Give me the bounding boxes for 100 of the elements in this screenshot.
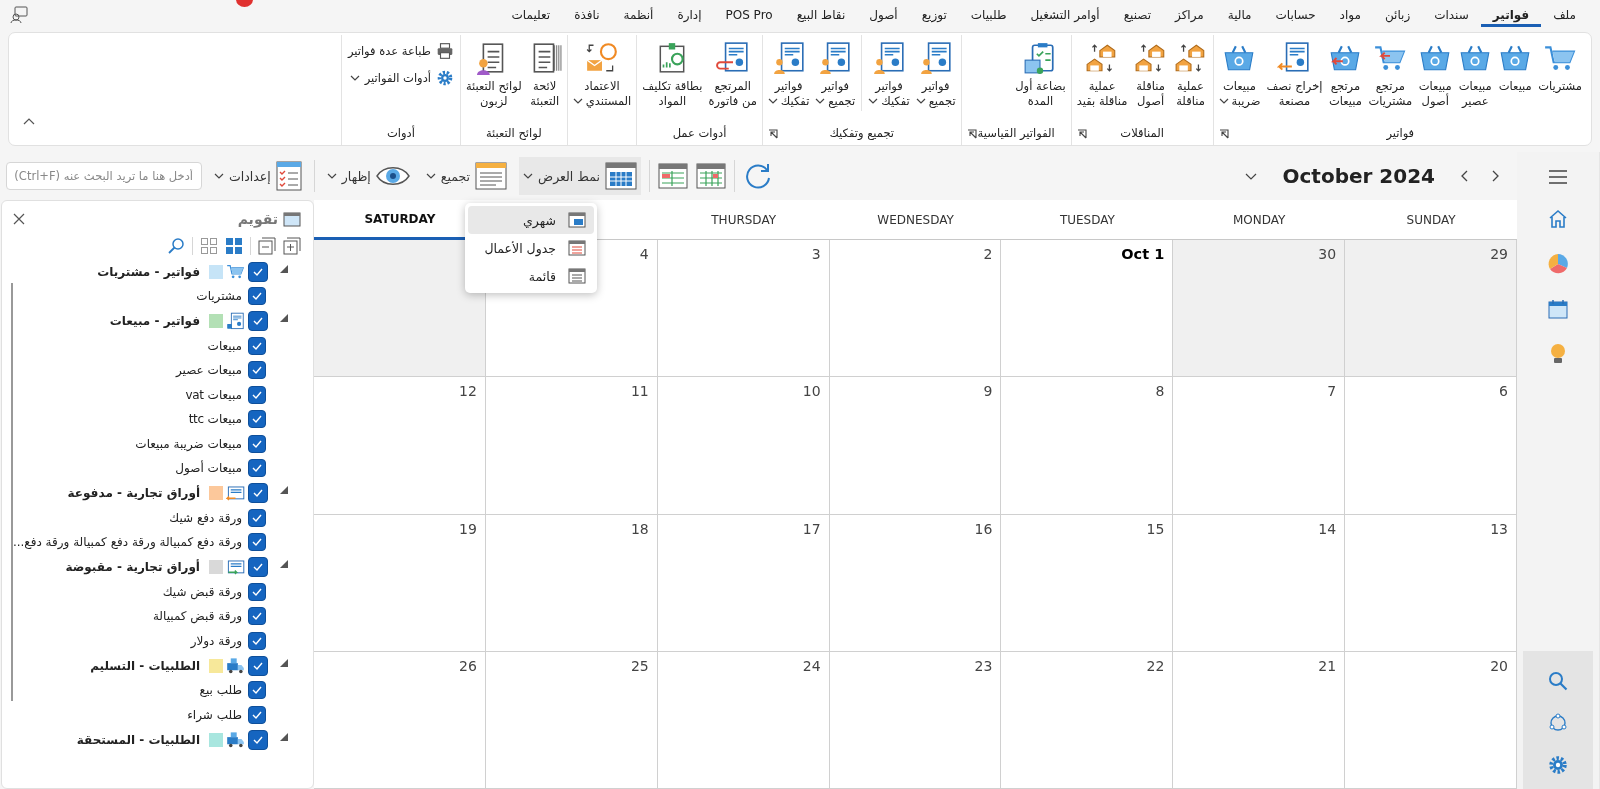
close-icon[interactable] bbox=[12, 212, 26, 226]
menu-item[interactable]: إدارة bbox=[665, 3, 714, 27]
menu-item[interactable]: شهري bbox=[468, 206, 594, 234]
day-cell[interactable]: 25 bbox=[485, 651, 658, 788]
day-cell[interactable]: 16 bbox=[829, 514, 1002, 651]
dialog-launcher-icon[interactable] bbox=[767, 129, 778, 139]
calendar-icon[interactable] bbox=[657, 162, 688, 190]
checkbox[interactable] bbox=[248, 361, 266, 380]
group-label[interactable]: الطلبيات - التسليم bbox=[90, 658, 200, 673]
show-button[interactable]: إظهار bbox=[322, 157, 414, 195]
search-icon[interactable] bbox=[1548, 671, 1568, 691]
calendar-item[interactable]: ورقة دولار bbox=[190, 633, 242, 648]
caret-icon[interactable] bbox=[1244, 171, 1259, 181]
group-label[interactable]: الطلبيات - المستحقة bbox=[76, 732, 200, 747]
menu-item[interactable]: تصنيع bbox=[1111, 3, 1163, 27]
day-cell[interactable]: 10 bbox=[657, 377, 830, 514]
checkbox[interactable] bbox=[248, 434, 266, 453]
day-cell[interactable]: 24 bbox=[657, 651, 830, 788]
calendar-icon[interactable] bbox=[695, 162, 726, 190]
ribbon-button[interactable]: مرتجع مبيعات bbox=[1325, 35, 1366, 111]
expand-icon[interactable] bbox=[279, 731, 289, 742]
weekday-header[interactable]: THURSDAY bbox=[657, 200, 830, 240]
calendar-item[interactable]: مبيعات أصول bbox=[175, 461, 242, 476]
ribbon-button[interactable]: بضاعة أول المدة bbox=[1012, 35, 1069, 111]
lightbulb-icon[interactable] bbox=[1550, 343, 1566, 365]
calendar-item[interactable]: طلب بيع bbox=[199, 683, 242, 698]
calendar-item[interactable]: مبيعات vat bbox=[185, 387, 242, 402]
calendar-icon[interactable] bbox=[1548, 299, 1568, 319]
menu-item[interactable]: توزيع bbox=[909, 3, 959, 27]
menu-item[interactable]: حسابات bbox=[1263, 3, 1328, 27]
ribbon-button[interactable]: لوائح التعبئة لزبون bbox=[462, 35, 525, 111]
day-cell[interactable]: Oct 1 bbox=[1001, 240, 1174, 377]
checkbox[interactable] bbox=[248, 311, 268, 331]
grid-icon[interactable] bbox=[225, 237, 243, 255]
calendar-item[interactable]: ورقة دفع شيك bbox=[169, 510, 242, 525]
checkbox[interactable] bbox=[248, 582, 266, 601]
grid-icon[interactable] bbox=[200, 237, 218, 255]
checkbox[interactable] bbox=[248, 729, 268, 750]
checkbox[interactable] bbox=[248, 459, 266, 478]
checkbox[interactable] bbox=[248, 261, 268, 282]
ribbon-button[interactable]: مبيعات ضريبة bbox=[1215, 35, 1264, 111]
day-cell[interactable]: 20 bbox=[1345, 651, 1517, 788]
settings-button[interactable]: إعدادات bbox=[210, 157, 306, 195]
view-mode-button[interactable]: نمط العرض bbox=[519, 157, 641, 195]
menu-item[interactable]: سندات bbox=[1422, 3, 1481, 27]
ribbon-button[interactable]: فواتير تجميع bbox=[812, 35, 863, 111]
ribbon-button[interactable]: فواتير تفكيك bbox=[865, 35, 913, 111]
collapse-ribbon-icon[interactable] bbox=[23, 117, 35, 125]
day-cell[interactable]: 11 bbox=[485, 377, 658, 514]
checkbox[interactable] bbox=[248, 336, 266, 355]
group-button[interactable]: تجميع bbox=[421, 157, 511, 195]
menu-item[interactable]: تعليمات bbox=[499, 3, 563, 27]
menu-item[interactable]: ملف bbox=[1541, 3, 1588, 27]
checkbox[interactable] bbox=[248, 607, 266, 626]
calendar-item[interactable]: ورقة دفع كمبيالة ورقة دفع كمبيالة ورقة دفع... bbox=[12, 535, 242, 550]
search-field[interactable]: أدخل هنا ما تريد البحث عنه (Ctrl+F) bbox=[6, 162, 202, 190]
ribbon-button[interactable]: مناقلة أصول bbox=[1130, 35, 1171, 111]
ribbon-button[interactable]: عملية مناقلة بقيد bbox=[1073, 35, 1131, 111]
weekday-header[interactable]: WEDNESDAY bbox=[829, 200, 1002, 240]
checkbox[interactable] bbox=[248, 655, 268, 676]
day-cell[interactable]: 13 bbox=[1345, 514, 1517, 651]
checkbox[interactable] bbox=[248, 631, 266, 650]
day-cell[interactable]: 2 bbox=[829, 240, 1002, 377]
day-cell[interactable]: 14 bbox=[1173, 514, 1346, 651]
dialog-launcher-icon[interactable] bbox=[966, 129, 977, 139]
day-cell[interactable]: 7 bbox=[1173, 377, 1346, 514]
day-cell[interactable]: 23 bbox=[829, 651, 1002, 788]
expand-icon[interactable] bbox=[279, 559, 289, 569]
day-cell[interactable]: 9 bbox=[829, 377, 1002, 514]
dialog-launcher-icon[interactable] bbox=[1076, 129, 1087, 139]
search-icon[interactable] bbox=[167, 237, 185, 255]
calendar-item[interactable]: مبيعات ضريبة مبيعات bbox=[135, 436, 242, 451]
ribbon-button[interactable]: بطاقة تكليف المواد bbox=[639, 35, 706, 111]
checkbox[interactable] bbox=[248, 508, 266, 527]
checkbox[interactable] bbox=[248, 681, 266, 700]
day-cell[interactable]: 6 bbox=[1345, 377, 1517, 514]
menu-icon[interactable] bbox=[1548, 169, 1568, 185]
calendar-item[interactable]: ورقة قبض شيك bbox=[162, 584, 242, 599]
day-cell[interactable]: 8 bbox=[1001, 377, 1174, 514]
expand-icon[interactable] bbox=[279, 263, 289, 274]
menu-item[interactable]: أوامر التشغيل bbox=[1018, 3, 1112, 27]
menu-item[interactable]: مراكز bbox=[1163, 3, 1216, 27]
menu-item[interactable]: نقاط البيع bbox=[784, 3, 858, 27]
calendar-item[interactable]: مبيعات ttc bbox=[188, 412, 242, 427]
checkbox[interactable] bbox=[248, 410, 266, 429]
ribbon-button[interactable]: إخراج نصف مصنعة bbox=[1263, 35, 1326, 111]
calendar-item[interactable]: طلب شراء bbox=[187, 707, 242, 722]
ribbon-button[interactable]: مرتجع مشتريات bbox=[1365, 35, 1416, 111]
network-icon[interactable] bbox=[1548, 713, 1568, 733]
menu-item[interactable]: مواد bbox=[1327, 3, 1373, 27]
menu-item[interactable]: طلبيات bbox=[958, 3, 1019, 27]
ribbon-button[interactable]: أدوات الفواتير bbox=[345, 66, 458, 90]
calendar-item[interactable]: مبيعات عصير bbox=[175, 363, 242, 378]
checkbox[interactable] bbox=[248, 533, 266, 552]
dialog-launcher-icon[interactable] bbox=[1218, 129, 1229, 139]
expand-icon[interactable] bbox=[279, 485, 289, 495]
day-cell[interactable]: 15 bbox=[1001, 514, 1174, 651]
feedback-icon[interactable] bbox=[10, 6, 28, 24]
checkbox[interactable] bbox=[248, 557, 268, 577]
day-cell[interactable]: 17 bbox=[657, 514, 830, 651]
